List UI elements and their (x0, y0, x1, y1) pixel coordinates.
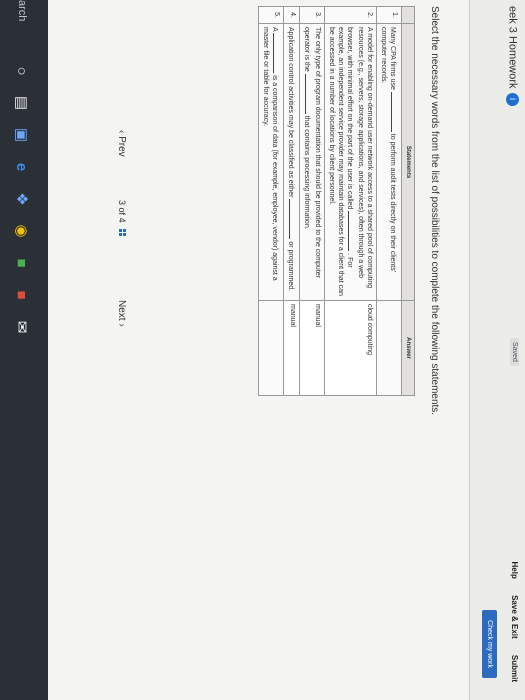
table-row: 4. Application control activities may be… (283, 6, 300, 396)
row-number: 4. (283, 6, 300, 24)
help-link[interactable]: Help (510, 562, 519, 579)
page-current: 3 (117, 200, 127, 206)
blank-line (273, 33, 281, 74)
statement-text-pre: Application control activities may be cl… (287, 27, 294, 198)
statement-cell: Many CPA firms use to perform audit test… (376, 23, 402, 301)
answer-column-header: Answer (401, 300, 415, 396)
statement-cell: A model for enabling on-demand user netw… (324, 23, 377, 301)
prev-button[interactable]: ‹ Prev (116, 130, 127, 157)
statement-text-post: that contains processing information. (303, 115, 310, 230)
task-view-icon[interactable]: ▤ (10, 92, 32, 114)
statement-cell: Application control activities may be cl… (283, 23, 300, 301)
saved-indicator: Saved (510, 338, 519, 366)
top-links: Help Save & Exit Submit (510, 548, 519, 683)
info-icon[interactable]: i (506, 92, 519, 106)
page-indicator: 3 of 4 (116, 200, 127, 239)
office-icon[interactable]: ■ (10, 284, 32, 306)
table-row: 2. A model for enabling on-demand user n… (324, 6, 377, 396)
chrome-icon[interactable]: ◉ (10, 220, 32, 242)
page-of: of (117, 207, 127, 216)
grid-icon[interactable] (116, 229, 126, 239)
taskbar-search[interactable]: arch (16, 0, 28, 21)
table-row: 5. A is a comparison of data (for exampl… (258, 6, 284, 396)
statement-cell: A is a comparison of data (for example, … (258, 23, 284, 301)
submit-link[interactable]: Submit (510, 655, 519, 682)
chevron-right-icon: › (116, 323, 127, 327)
dropbox-icon[interactable]: ❖ (10, 188, 32, 210)
header-bar: eek 3 Homework i Saved Help Save & Exit S… (469, 0, 525, 700)
instruction-text: Select the necessary words from the list… (429, 6, 440, 416)
statement-text-post: or programmed. (287, 241, 294, 292)
table-header-row: Statements Answer (401, 6, 415, 396)
table-row: 3. The only type of program documentatio… (299, 6, 325, 396)
next-button[interactable]: Next › (116, 300, 127, 327)
statement-cell: The only type of program documentation t… (299, 23, 325, 301)
blank-line (391, 91, 399, 132)
statement-text-pre: A (271, 27, 278, 32)
statements-table: Statements Answer 1. Many CPA firms use … (258, 6, 415, 396)
windows-taskbar: arch ○ ▤ ▣ e ❖ ◉ ■ ■ ✉ (0, 0, 48, 700)
mail-icon[interactable]: ✉ (10, 316, 32, 338)
row-number: 5. (258, 6, 284, 24)
answer-dropdown[interactable] (376, 300, 402, 396)
row-number: 2. (324, 6, 377, 24)
answer-dropdown[interactable]: manual (299, 300, 325, 396)
check-my-work-button[interactable]: Check my work (482, 610, 497, 678)
store-icon[interactable]: ▣ (10, 124, 32, 146)
page-total: 4 (117, 217, 127, 223)
statement-text-pre: Many CPA firms use (389, 27, 396, 90)
app-icon[interactable]: ■ (10, 252, 32, 274)
pager: ‹ Prev 3 of 4 Next › (97, 0, 127, 700)
statements-column-header: Statements (401, 23, 415, 301)
next-label: Next (116, 300, 127, 321)
answer-dropdown[interactable]: cloud computing (324, 300, 377, 396)
num-column-header (401, 6, 415, 24)
browser-screen: eek 3 Homework i Saved Help Save & Exit S… (0, 0, 525, 700)
row-number: 1. (376, 6, 402, 24)
table-row: 1. Many CPA firms use to perform audit t… (376, 6, 402, 396)
page-title-text: eek 3 Homework (506, 6, 519, 89)
chevron-left-icon: ‹ (116, 130, 127, 134)
blank-line (348, 211, 356, 252)
row-number: 3. (299, 6, 325, 24)
cortana-icon[interactable]: ○ (10, 60, 32, 82)
blank-line (305, 73, 313, 114)
edge-icon[interactable]: e (10, 156, 32, 178)
blank-line (289, 199, 297, 240)
answer-dropdown[interactable] (258, 300, 284, 396)
prev-label: Prev (116, 136, 127, 157)
answer-dropdown[interactable]: manual (283, 300, 300, 396)
save-exit-link[interactable]: Save & Exit (510, 595, 519, 639)
page-title: eek 3 Homework i (506, 6, 519, 106)
